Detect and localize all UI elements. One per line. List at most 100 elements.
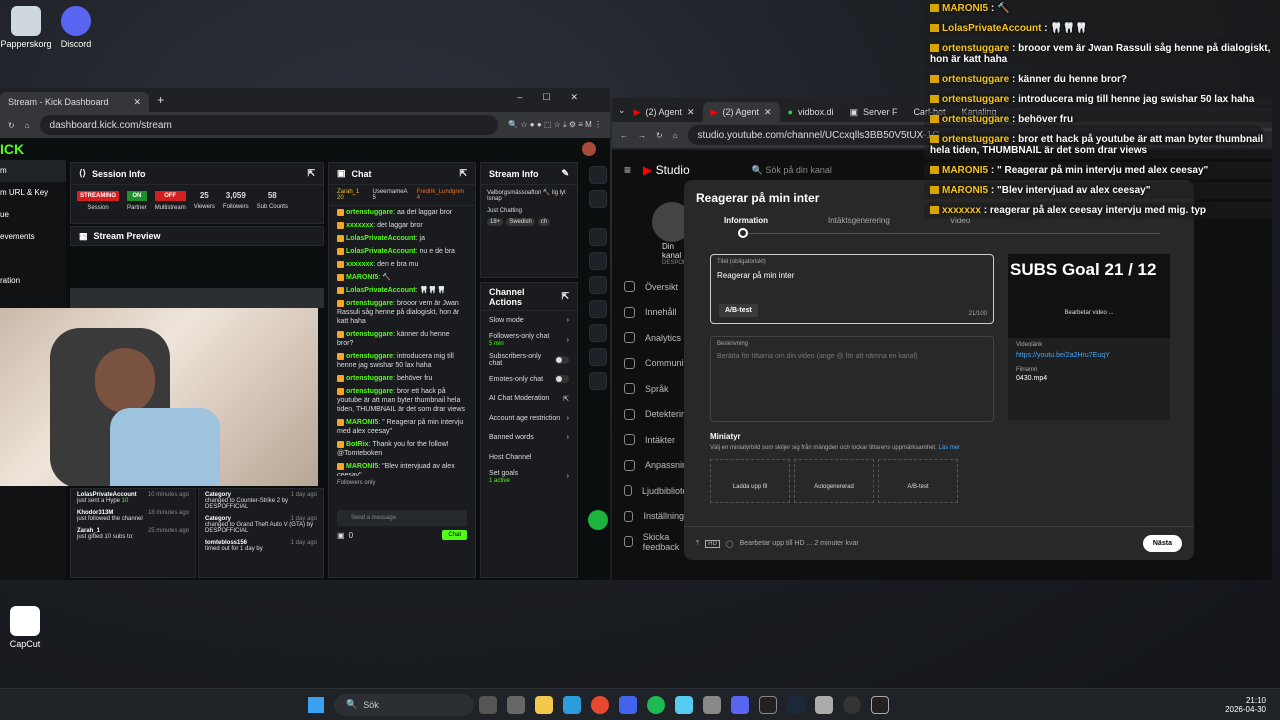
app2-icon[interactable] xyxy=(815,695,833,714)
channel-action-7[interactable]: Host Channel xyxy=(481,448,577,468)
clock[interactable]: 21:10 2026-04-30 xyxy=(1225,696,1266,714)
send-chat-button[interactable]: Chat xyxy=(442,530,467,540)
toggle-switch[interactable] xyxy=(555,375,569,384)
back-icon[interactable]: ← xyxy=(620,131,628,140)
yt-menu-item[interactable]: Inställningar xyxy=(612,504,692,530)
sidebar-item-queue[interactable]: ue xyxy=(0,204,66,226)
channel-action-0[interactable]: Slow mode › xyxy=(481,311,577,331)
tab-agent-1[interactable]: ▶ (2) Agent ✕ xyxy=(626,102,703,122)
yt-search-input[interactable]: 🔍 Sök på din kanal xyxy=(752,165,832,176)
window-controls[interactable]: –☐✕ xyxy=(517,92,598,103)
notes-icon[interactable] xyxy=(703,695,721,714)
sidebar-item-stream[interactable]: m xyxy=(0,160,66,182)
channel-action-5[interactable]: Account age restriction › xyxy=(481,409,577,429)
media-icon[interactable] xyxy=(843,695,861,714)
capcut2-icon[interactable] xyxy=(871,695,889,714)
kick-tab[interactable]: Stream - Kick Dashboard ✕ xyxy=(0,92,150,112)
channel-action-1[interactable]: Followers-only chat 5 min › xyxy=(481,331,577,351)
channel-action-3[interactable]: Emotes-only chat xyxy=(481,370,577,390)
channel-action-6[interactable]: Banned words › xyxy=(481,428,577,448)
step-monetization[interactable]: Intäktsgenerering xyxy=(828,216,890,244)
tab-menu-icon[interactable]: ⌄ xyxy=(618,105,626,116)
taskbar-search[interactable]: 🔍 Sök xyxy=(334,693,474,716)
read-more-link[interactable]: Läs mer xyxy=(938,445,960,451)
pen-icon[interactable] xyxy=(589,190,607,208)
tab-server[interactable]: ▣ Server F xyxy=(842,102,906,122)
refresh-fab-icon[interactable] xyxy=(588,510,608,530)
sidebar-item-expand[interactable] xyxy=(0,248,66,270)
channel-action-2[interactable]: Subscribers-only chat xyxy=(481,350,577,370)
yt-menu-item[interactable]: Innehåll xyxy=(612,300,692,326)
kick-logo[interactable]: ICK xyxy=(0,141,24,157)
code-icon[interactable] xyxy=(589,324,607,342)
tool-icon[interactable] xyxy=(589,372,607,390)
discord-taskbar-icon[interactable] xyxy=(731,695,749,714)
title-field[interactable]: Titel (obligatoriskt) Reagerar på min in… xyxy=(710,254,994,324)
ab-test-button[interactable]: A/B-test xyxy=(719,304,758,317)
ab-thumbnail-button[interactable]: A/B-test xyxy=(878,459,958,503)
title-input[interactable]: Reagerar på min inter xyxy=(717,271,987,280)
yt-menu-item[interactable]: Detektering xyxy=(612,402,692,428)
channel-action-4[interactable]: AI Chat Moderation ⇱ xyxy=(481,389,577,409)
reload-icon[interactable]: ↻ xyxy=(8,121,15,130)
avatar[interactable] xyxy=(582,142,596,156)
sidebar-item-achievements[interactable]: evements xyxy=(0,226,66,248)
spotify-icon[interactable] xyxy=(647,695,665,714)
mod-icon[interactable] xyxy=(589,228,607,246)
discord-icon[interactable]: Discord xyxy=(46,6,106,49)
yt-menu-item[interactable]: Skicka feedback xyxy=(612,529,692,555)
popout-icon[interactable]: ⇱ xyxy=(459,168,467,179)
list-icon[interactable] xyxy=(589,276,607,294)
steam-icon[interactable] xyxy=(787,695,805,714)
home-icon[interactable]: ⌂ xyxy=(673,131,678,140)
puzzle-icon[interactable] xyxy=(589,348,607,366)
new-tab-icon[interactable]: + xyxy=(157,93,164,107)
start-icon[interactable] xyxy=(308,696,324,713)
info-icon[interactable] xyxy=(589,166,607,184)
step-video[interactable]: Video xyxy=(950,216,970,244)
yt-menu-item[interactable]: Anpassning xyxy=(612,453,692,479)
close-tab-icon[interactable]: ✕ xyxy=(764,107,772,118)
sidebar-item-moderation[interactable]: ration xyxy=(0,270,66,292)
yt-menu-item[interactable]: Språk xyxy=(612,376,692,402)
edit-icon[interactable]: ✎ xyxy=(561,168,569,179)
yt-menu-item[interactable]: Analytics xyxy=(612,325,692,351)
home-icon[interactable]: ⌂ xyxy=(25,121,30,130)
channel-action-8[interactable]: Set goals 1 active › xyxy=(481,467,577,487)
tab-vidbox[interactable]: ● vidbox.di xyxy=(780,102,842,122)
capcut-icon[interactable]: CapCut xyxy=(0,606,55,649)
yt-menu-item[interactable]: Ljudbibliotek xyxy=(612,478,692,504)
next-button[interactable]: Nästa xyxy=(1142,535,1182,552)
popout-icon[interactable]: ⇱ xyxy=(307,168,315,179)
extensions-icons[interactable]: 🔍 ☆ ● ● ⬚ ☆ ⤓ ⚙ ≡ M ⋮ xyxy=(508,120,602,130)
popout-icon[interactable]: ⇱ xyxy=(561,291,569,302)
reload-icon[interactable]: ↻ xyxy=(656,131,663,140)
toggle-switch[interactable] xyxy=(555,355,569,364)
chat-input[interactable]: Send a message xyxy=(337,510,467,526)
tab-agent-2[interactable]: ▶ (2) Agent ✕ xyxy=(702,102,780,122)
settings-icon[interactable] xyxy=(507,695,525,714)
explorer-icon[interactable] xyxy=(535,695,553,714)
store-icon[interactable] xyxy=(563,695,581,714)
taskview-icon[interactable] xyxy=(479,695,497,714)
studio-logo[interactable]: ▶ Studio xyxy=(643,163,690,177)
upload-thumbnail-button[interactable]: Ladda upp fil xyxy=(710,459,790,503)
chat-icon[interactable] xyxy=(589,300,607,318)
sidebar-item-url-key[interactable]: m URL & Key xyxy=(0,182,66,204)
cloud-icon[interactable] xyxy=(675,695,693,714)
yt-menu-item[interactable]: Översikt xyxy=(612,274,692,300)
kick-url-bar[interactable]: dashboard.kick.com/stream xyxy=(39,115,499,135)
forward-icon[interactable]: → xyxy=(638,131,646,140)
capcut-taskbar-icon[interactable] xyxy=(759,695,777,714)
description-field[interactable]: Beskrivning Berätta för tittarna om din … xyxy=(710,336,994,422)
close-tab-icon[interactable]: ✕ xyxy=(134,97,142,108)
bolt-icon[interactable] xyxy=(589,252,607,270)
hamburger-icon[interactable]: ≡ xyxy=(624,163,631,177)
yt-menu-item[interactable]: Community xyxy=(612,351,692,377)
chrome-icon[interactable] xyxy=(591,695,609,714)
app-icon[interactable] xyxy=(619,695,637,714)
yt-menu-item[interactable]: Intäkter xyxy=(612,427,692,453)
video-link[interactable]: https://youtu.be/2a2Hru7EuqY xyxy=(1008,352,1170,359)
autogenerated-thumbnail-button[interactable]: Autogenererad xyxy=(794,459,874,503)
close-tab-icon[interactable]: ✕ xyxy=(687,107,695,118)
